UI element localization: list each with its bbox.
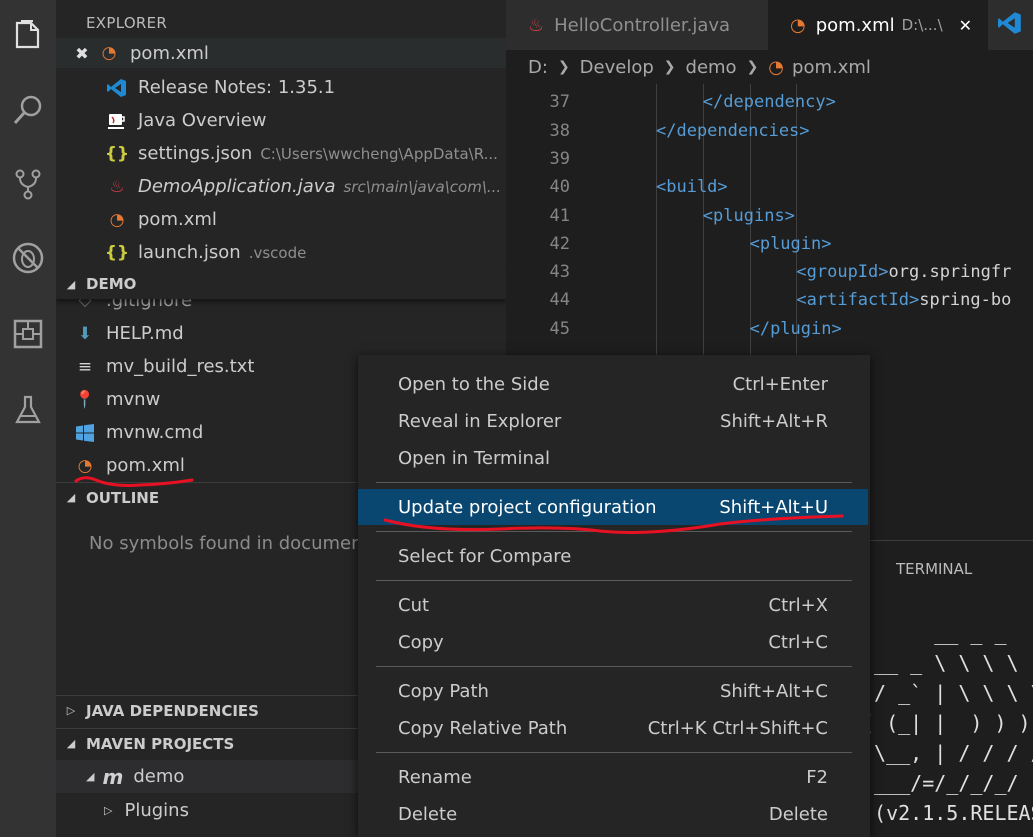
red-underline-annotation (74, 476, 844, 534)
